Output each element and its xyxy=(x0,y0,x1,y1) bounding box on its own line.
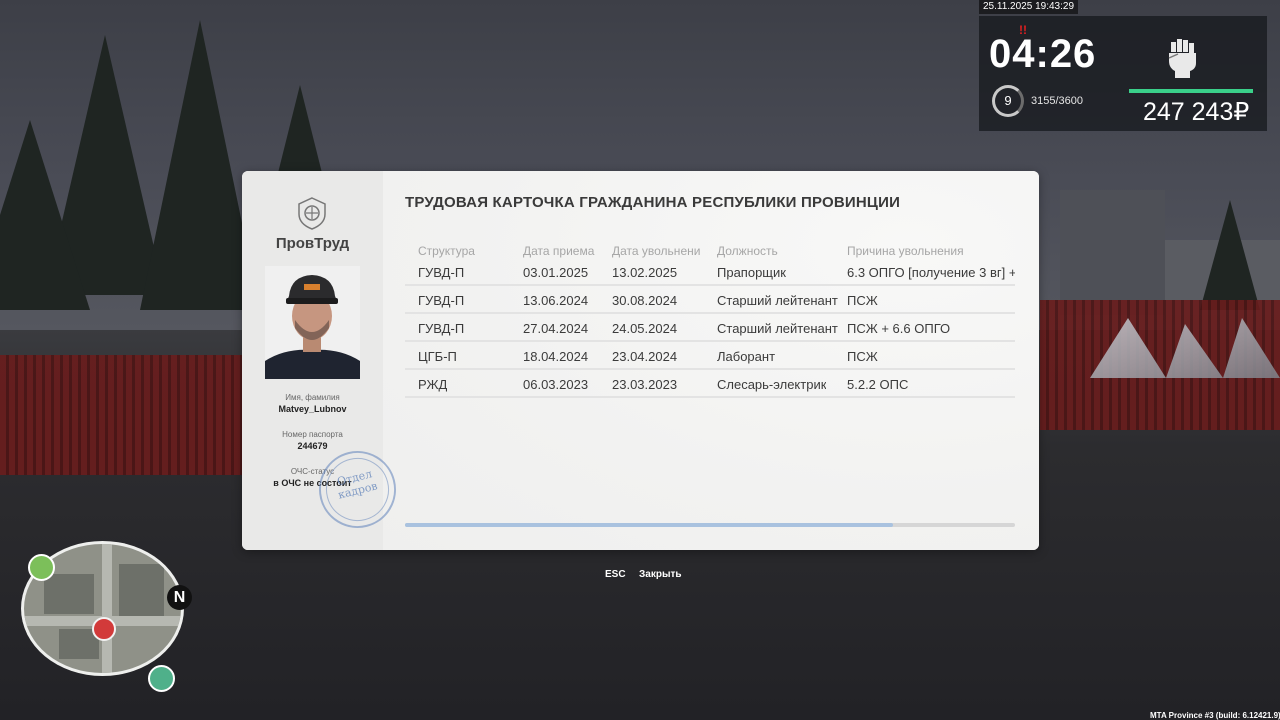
cell-dismiss-date: 23.03.2023 xyxy=(612,377,678,392)
hud-datetime: 25.11.2025 19:43:29 xyxy=(979,0,1079,14)
cell-position: Прапорщик xyxy=(717,265,786,280)
page-title: ТРУДОВАЯ КАРТОЧКА ГРАЖДАНИНА РЕСПУБЛИКИ … xyxy=(405,194,901,211)
cell-position: Старший лейтенант xyxy=(717,293,838,308)
pine-tree xyxy=(1200,200,1260,310)
cell-hire-date: 13.06.2024 xyxy=(523,293,589,308)
player-marker-icon xyxy=(92,617,116,641)
map-building xyxy=(44,574,94,614)
table-row[interactable]: ГУВД-П 03.01.2025 13.02.2025 Прапорщик 6… xyxy=(405,258,1015,286)
fist-icon xyxy=(1168,39,1196,78)
cell-reason: ПСЖ xyxy=(847,293,878,308)
table-row[interactable]: ГУВД-П 27.04.2024 24.05.2024 Старший лей… xyxy=(405,314,1015,342)
column-header: Дата приема xyxy=(523,244,595,258)
cell-position: Старший лейтенант xyxy=(717,321,838,336)
hud-clock: 04:26 xyxy=(989,32,1097,76)
cell-structure: ГУВД-П xyxy=(418,293,465,308)
column-header: Структура xyxy=(418,244,475,258)
cell-dismiss-date: 30.08.2024 xyxy=(612,293,678,308)
column-header: Причина увольнения xyxy=(847,244,964,258)
cell-dismiss-date: 13.02.2025 xyxy=(612,265,678,280)
bank-marker-icon xyxy=(28,554,55,581)
table-row[interactable]: ГУВД-П 13.06.2024 30.08.2024 Старший лей… xyxy=(405,286,1015,314)
cell-hire-date: 06.03.2023 xyxy=(523,377,589,392)
cell-structure: РЖД xyxy=(418,377,448,392)
passport-label: Номер паспорта xyxy=(282,430,343,439)
apartment-building xyxy=(1060,190,1165,315)
pine-tree xyxy=(0,120,90,310)
avatar xyxy=(265,266,360,379)
cell-hire-date: 03.01.2025 xyxy=(523,265,589,280)
column-header: Дата увольнени xyxy=(612,244,701,258)
table-row[interactable]: РЖД 06.03.2023 23.03.2023 Слесарь-электр… xyxy=(405,370,1015,398)
cell-structure: ГУВД-П xyxy=(418,265,465,280)
money-amount: 247 243₽ xyxy=(1143,98,1250,126)
hud-panel: !! 04:26 9 3155/3600 247 243₽ xyxy=(979,16,1267,131)
emblem-icon xyxy=(298,197,326,230)
table-row[interactable]: ЦГБ-П 18.04.2024 23.04.2024 Лаборант ПСЖ xyxy=(405,342,1015,370)
cell-reason: ПСЖ + 6.6 ОПГО xyxy=(847,321,951,336)
cell-hire-date: 18.04.2024 xyxy=(523,349,589,364)
passport-value: 244679 xyxy=(297,441,328,451)
car-marker-icon xyxy=(148,665,175,692)
north-indicator: N xyxy=(167,585,192,610)
cell-hire-date: 27.04.2024 xyxy=(523,321,589,336)
cell-reason: 6.3 ОПГО [получение 3 вг] + xyxy=(847,265,1015,280)
cell-position: Лаборант xyxy=(717,349,776,364)
table-header: Структура Дата приема Дата увольнени Дол… xyxy=(405,241,1015,258)
level-number: 9 xyxy=(1004,93,1012,108)
cell-reason: ПСЖ xyxy=(847,349,878,364)
cell-dismiss-date: 23.04.2024 xyxy=(612,349,678,364)
build-info: MTA Province #3 (build: 6.12421.9) xyxy=(1150,711,1280,720)
column-header: Должность xyxy=(717,244,778,258)
money-bar xyxy=(1129,89,1253,93)
fence xyxy=(0,355,245,475)
horizontal-scrollbar[interactable] xyxy=(405,523,1015,527)
esc-key-hint: ESC xyxy=(605,569,626,580)
map-road xyxy=(102,544,112,673)
cell-structure: ЦГБ-П xyxy=(418,349,457,364)
employment-table: Структура Дата приема Дата увольнени Дол… xyxy=(405,241,1015,398)
cell-dismiss-date: 24.05.2024 xyxy=(612,321,678,336)
map-building xyxy=(119,564,164,619)
cell-position: Слесарь-электрик xyxy=(717,377,827,392)
employment-card-window: ПровТруд Имя, фамилия Matvey_Lubnov Номе… xyxy=(242,171,1039,550)
name-value: Matvey_Lubnov xyxy=(278,404,347,414)
card-content: ТРУДОВАЯ КАРТОЧКА ГРАЖДАНИНА РЕСПУБЛИКИ … xyxy=(383,171,1039,550)
close-button[interactable]: Закрыть xyxy=(639,569,682,580)
scrollbar-thumb[interactable] xyxy=(405,523,893,527)
xp-counter: 3155/3600 xyxy=(1031,95,1083,107)
brand-name: ПровТруд xyxy=(275,235,350,252)
name-label: Имя, фамилия xyxy=(285,393,340,402)
citizen-photo xyxy=(265,266,360,379)
cell-structure: ГУВД-П xyxy=(418,321,465,336)
cell-reason: 5.2.2 ОПС xyxy=(847,377,909,392)
level-ring: 9 xyxy=(992,85,1024,117)
